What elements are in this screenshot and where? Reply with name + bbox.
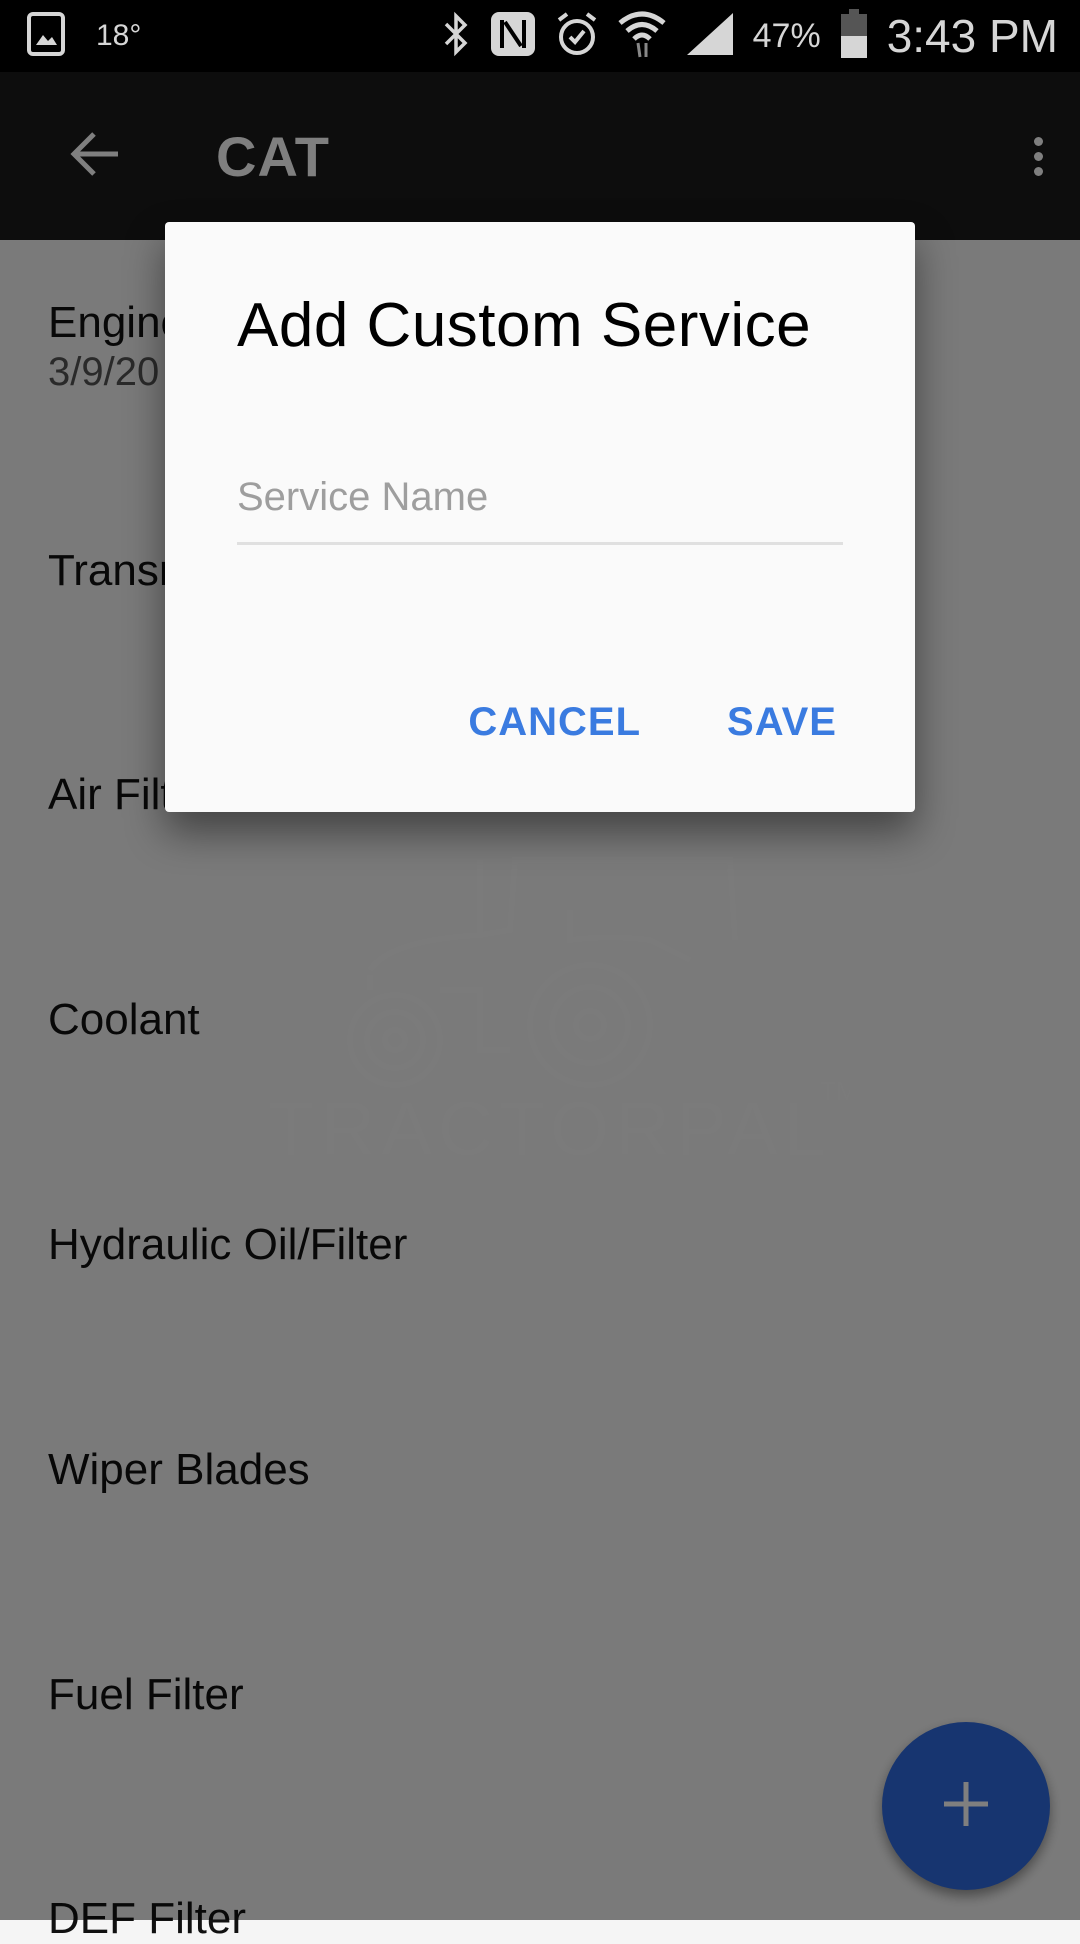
battery-icon [839, 8, 869, 64]
gallery-icon [26, 11, 66, 62]
battery-percent: 47% [752, 16, 821, 55]
cancel-button[interactable]: CANCEL [468, 700, 641, 745]
temperature-text: 18° [96, 19, 142, 52]
save-button[interactable]: SAVE [727, 700, 837, 745]
alarm-icon [555, 10, 599, 63]
signal-icon [685, 11, 735, 62]
dialog-title: Add Custom Service [237, 291, 812, 360]
status-bar: 18° 47% 3:43 PM [0, 0, 1080, 72]
dialog-actions: CANCEL SAVE [468, 700, 837, 745]
bluetooth-icon [441, 11, 471, 62]
nfc-icon [489, 10, 537, 63]
service-name-field [237, 462, 843, 545]
clock: 3:43 PM [886, 10, 1058, 62]
wifi-icon [617, 9, 667, 64]
add-custom-service-dialog: Add Custom Service CANCEL SAVE [165, 222, 915, 812]
service-name-input[interactable] [237, 462, 843, 532]
